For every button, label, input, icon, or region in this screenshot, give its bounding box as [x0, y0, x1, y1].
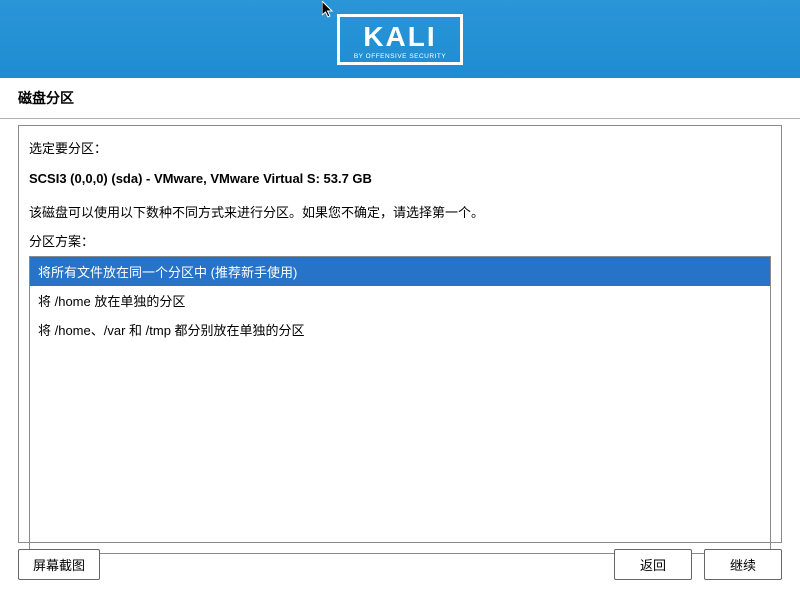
prompt-label: 选定要分区： [29, 138, 771, 157]
footer: 屏幕截图 返回 继续 [0, 535, 800, 600]
back-button[interactable]: 返回 [614, 549, 692, 580]
kali-logo: KALI BY OFFENSIVE SECURITY [337, 14, 463, 65]
partition-option-1[interactable]: 将 /home 放在单独的分区 [30, 286, 770, 315]
partition-option-0[interactable]: 将所有文件放在同一个分区中 (推荐新手使用) [30, 257, 770, 286]
scheme-label: 分区方案： [29, 231, 771, 250]
header-banner: KALI BY OFFENSIVE SECURITY [0, 0, 800, 78]
selected-disk: SCSI3 (0,0,0) (sda) - VMware, VMware Vir… [29, 171, 771, 186]
instruction-text: 该磁盘可以使用以下数种不同方式来进行分区。如果您不确定，请选择第一个。 [29, 202, 771, 221]
partition-option-2[interactable]: 将 /home、/var 和 /tmp 都分别放在单独的分区 [30, 315, 770, 344]
partition-scheme-list[interactable]: 将所有文件放在同一个分区中 (推荐新手使用)将 /home 放在单独的分区将 /… [29, 256, 771, 554]
logo-text: KALI [354, 23, 446, 51]
screenshot-button[interactable]: 屏幕截图 [18, 549, 100, 580]
logo-tagline: BY OFFENSIVE SECURITY [354, 53, 446, 60]
mouse-cursor-icon [322, 1, 336, 21]
divider [0, 118, 800, 119]
continue-button[interactable]: 继续 [704, 549, 782, 580]
page-title: 磁盘分区 [0, 78, 800, 118]
main-panel: 选定要分区： SCSI3 (0,0,0) (sda) - VMware, VMw… [18, 125, 782, 543]
